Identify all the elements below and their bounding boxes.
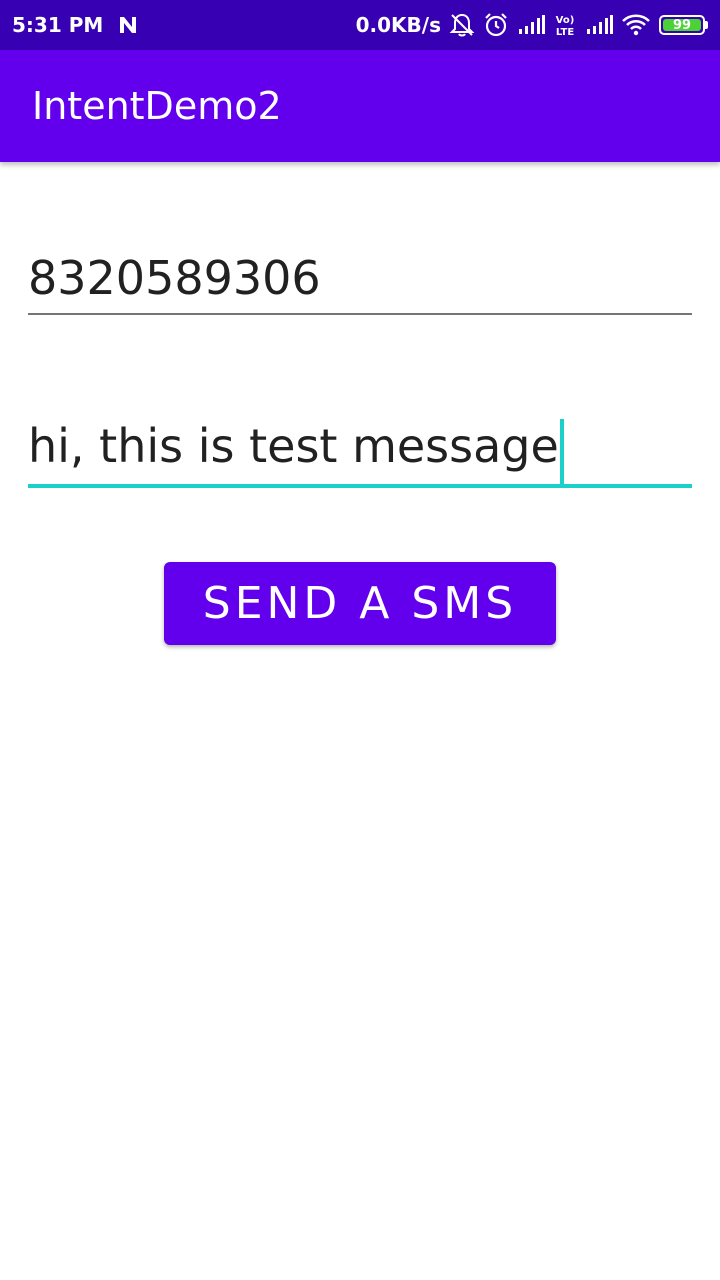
send-sms-button[interactable]: SEND A SMS: [164, 562, 556, 645]
battery-level: 99: [672, 17, 692, 33]
phone-number-value: 8320589306: [28, 251, 321, 305]
network-speed: 0.0KB/s: [355, 13, 441, 37]
message-field[interactable]: hi, this is test message: [28, 418, 692, 488]
app-title: IntentDemo2: [32, 84, 282, 128]
phone-number-field[interactable]: 8320589306: [28, 250, 692, 315]
alarm-icon: [483, 12, 509, 38]
signal-icon: [585, 14, 613, 36]
wifi-icon: [621, 14, 651, 36]
app-n-icon: [117, 14, 139, 36]
message-value: hi, this is test message: [28, 419, 559, 473]
app-bar: IntentDemo2: [0, 50, 720, 162]
svg-text:Vo): Vo): [556, 15, 575, 26]
status-bar: 5:31 PM 0.0KB/s Vo) LTE 99: [0, 0, 720, 50]
text-cursor: [559, 418, 564, 485]
mute-bell-icon: [449, 12, 475, 38]
svg-text:LTE: LTE: [556, 27, 575, 38]
phone-field-underline: [28, 313, 692, 315]
message-field-underline: [28, 484, 692, 488]
status-time: 5:31 PM: [12, 13, 104, 37]
signal-icon: [517, 14, 545, 36]
volte-icon: Vo) LTE: [553, 12, 577, 38]
battery-icon: 99: [659, 15, 708, 35]
